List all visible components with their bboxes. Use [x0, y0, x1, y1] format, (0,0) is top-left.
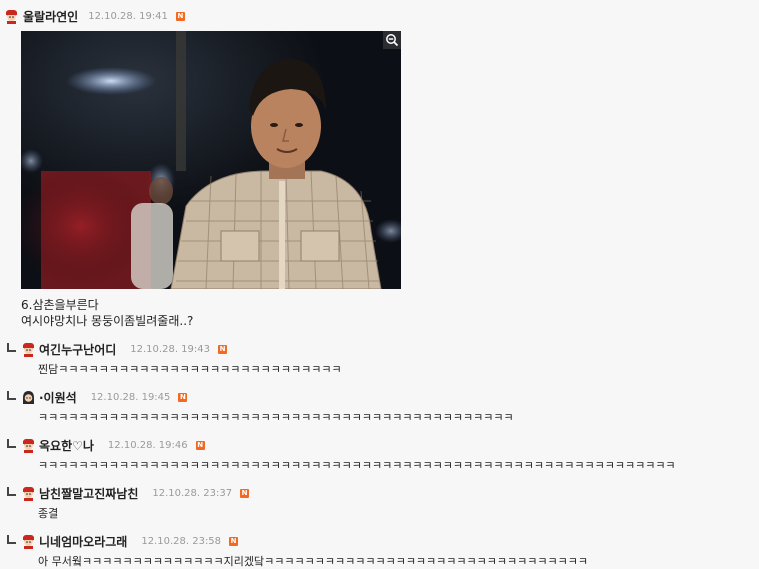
- post-body: 6.삼촌을부른다 여시야망치나 몽둥이좀빌려줄래..?: [21, 297, 193, 329]
- comment-header: 남친짤말고진짜남친 12.10.28. 23:37 N: [7, 484, 250, 502]
- comment-item: ·이원석 12.10.28. 19:45 N ㅋㅋㅋㅋㅋㅋㅋㅋㅋㅋㅋㅋㅋㅋㅋㅋㅋ…: [7, 388, 514, 424]
- avatar-icon[interactable]: [21, 486, 36, 501]
- post-photo[interactable]: [21, 31, 401, 289]
- new-badge-icon: N: [178, 392, 188, 402]
- new-badge-icon: N: [218, 344, 227, 354]
- avatar-icon[interactable]: [21, 390, 36, 405]
- reply-arrow-icon: [7, 438, 16, 448]
- comment-item: 옥요한♡나 12.10.28. 19:46 N ㅋㅋㅋㅋㅋㅋㅋㅋㅋㅋㅋㅋㅋㅋㅋㅋ…: [7, 436, 676, 472]
- avatar-icon[interactable]: [21, 534, 36, 549]
- comment-author[interactable]: 여긴누구난어디: [39, 341, 116, 358]
- reply-arrow-icon: [7, 342, 16, 352]
- comment-timestamp: 12.10.28. 19:46: [107, 439, 188, 451]
- comment-header: 니네엄마오라그래 12.10.28. 23:58 N: [7, 532, 239, 550]
- reply-arrow-icon: [7, 390, 16, 400]
- photo-image: [21, 31, 401, 289]
- comment-text: 찐담ㅋㅋㅋㅋㅋㅋㅋㅋㅋㅋㅋㅋㅋㅋㅋㅋㅋㅋㅋㅋㅋㅋㅋㅋㅋㅋㅋㅋ: [38, 363, 342, 376]
- comment-author[interactable]: 니네엄마오라그래: [39, 533, 127, 550]
- comment-timestamp: 12.10.28. 19:45: [90, 391, 171, 403]
- post-timestamp: 12.10.28. 19:41: [88, 10, 168, 22]
- comment-author[interactable]: ·이원석: [39, 389, 77, 406]
- comment-author[interactable]: 옥요한♡나: [39, 437, 94, 454]
- comment-header: 옥요한♡나 12.10.28. 19:46 N: [7, 436, 205, 454]
- comment-item: 여긴누구난어디 12.10.28. 19:43 N 찐담ㅋㅋㅋㅋㅋㅋㅋㅋㅋㅋㅋㅋ…: [7, 340, 342, 376]
- cafe-post-page: 울랄라연인 12.10.28. 19:41 N 6.삼촌을부른다 여시야망치나 …: [0, 0, 759, 569]
- zoom-out-icon: [386, 34, 399, 47]
- comment-timestamp: 12.10.28. 23:58: [141, 535, 222, 547]
- post-text-line: 6.삼촌을부른다: [21, 298, 99, 312]
- comment-header: 여긴누구난어디 12.10.28. 19:43 N: [7, 340, 227, 358]
- reply-arrow-icon: [7, 486, 16, 496]
- new-badge-icon: N: [240, 488, 250, 498]
- avatar-icon[interactable]: [21, 438, 36, 453]
- comment-header: ·이원석 12.10.28. 19:45 N: [7, 388, 188, 406]
- avatar-icon[interactable]: [21, 342, 36, 357]
- comment-text: ㅋㅋㅋㅋㅋㅋㅋㅋㅋㅋㅋㅋㅋㅋㅋㅋㅋㅋㅋㅋㅋㅋㅋㅋㅋㅋㅋㅋㅋㅋㅋㅋㅋㅋㅋㅋㅋㅋㅋㅋ…: [38, 411, 514, 424]
- post-author[interactable]: 울랄라연인: [23, 8, 78, 25]
- comment-timestamp: 12.10.28. 23:37: [152, 487, 233, 499]
- new-badge-icon: N: [175, 11, 185, 21]
- zoom-out-button[interactable]: [383, 31, 401, 49]
- comment-text: 종결: [38, 507, 59, 520]
- post-header: 울랄라연인 12.10.28. 19:41 N: [4, 6, 185, 26]
- new-badge-icon: N: [229, 536, 239, 546]
- new-badge-icon: N: [195, 440, 205, 450]
- comment-item: 니네엄마오라그래 12.10.28. 23:58 N 아 무서웤ㅋㅋㅋㅋㅋㅋㅋㅋ…: [7, 532, 588, 568]
- comment-text: ㅋㅋㅋㅋㅋㅋㅋㅋㅋㅋㅋㅋㅋㅋㅋㅋㅋㅋㅋㅋㅋㅋㅋㅋㅋㅋㅋㅋㅋㅋㅋㅋㅋㅋㅋㅋㅋㅋㅋㅋ…: [38, 459, 676, 472]
- comment-item: 남친짤말고진짜남친 12.10.28. 23:37 N 종결: [7, 484, 250, 520]
- comment-text: 아 무서웤ㅋㅋㅋㅋㅋㅋㅋㅋㅋㅋㅋㅋㅋㅋ지리겠닼ㅋㅋㅋㅋㅋㅋㅋㅋㅋㅋㅋㅋㅋㅋㅋㅋㅋ…: [38, 555, 588, 568]
- reply-arrow-icon: [7, 534, 16, 544]
- post-text-line: 여시야망치나 몽둥이좀빌려줄래..?: [21, 314, 194, 328]
- comment-timestamp: 12.10.28. 19:43: [130, 343, 210, 355]
- comment-author[interactable]: 남친짤말고진짜남친: [39, 485, 138, 502]
- avatar-icon[interactable]: [4, 9, 19, 24]
